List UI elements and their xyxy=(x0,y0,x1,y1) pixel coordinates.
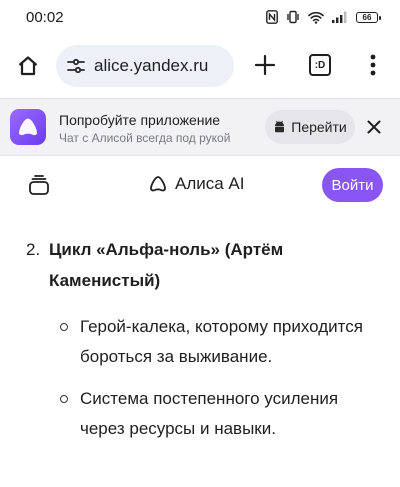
nfc-icon xyxy=(266,10,278,24)
login-button[interactable]: Войти xyxy=(322,168,383,202)
bullet-item: Герой-калека, которому приходится бороть… xyxy=(60,312,380,372)
banner-subtitle: Чат с Алисой всегда под рукой xyxy=(59,131,231,145)
alice-logo-icon xyxy=(150,176,166,192)
list-item-title: Цикл «Альфа-ноль» (Артём Каменистый) xyxy=(49,240,284,290)
status-time: 00:02 xyxy=(26,8,64,26)
vibrate-icon xyxy=(286,10,300,24)
site-settings-icon[interactable] xyxy=(64,54,88,78)
list-item-number: 2. xyxy=(26,240,41,259)
open-app-label: Перейти xyxy=(291,119,347,135)
close-icon xyxy=(367,120,381,134)
wifi-icon xyxy=(308,11,324,24)
home-button[interactable] xyxy=(12,50,44,82)
status-bar: 00:02 66 xyxy=(0,0,400,34)
open-app-button[interactable]: Перейти xyxy=(265,110,355,144)
more-vert-icon xyxy=(370,54,376,76)
android-icon xyxy=(275,120,285,133)
brand-name: Алиса AI xyxy=(175,174,245,193)
tabs-icon[interactable]: :D xyxy=(309,54,331,76)
status-icons: 66 xyxy=(266,10,381,24)
battery-icon: 66 xyxy=(356,11,381,23)
browser-toolbar: alice.yandex.ru :D xyxy=(0,38,400,94)
bullet-item: Система постепенного усиления через ресу… xyxy=(60,384,380,444)
signal-icon xyxy=(332,11,348,23)
brand: Алиса AI xyxy=(149,174,245,194)
site-header: Алиса AI Войти xyxy=(0,162,400,208)
app-promo-banner: Попробуйте приложение Чат с Алисой всегд… xyxy=(0,98,400,156)
banner-title: Попробуйте приложение xyxy=(59,112,221,128)
address-bar[interactable]: alice.yandex.ru xyxy=(56,45,234,87)
close-banner-button[interactable] xyxy=(362,115,386,139)
bullet-list: Герой-калека, которому приходится бороть… xyxy=(60,312,380,456)
new-tab-plus-icon xyxy=(254,54,276,76)
more-menu-button[interactable] xyxy=(361,50,385,80)
home-icon xyxy=(18,56,38,76)
history-icon xyxy=(29,175,49,195)
alice-app-icon xyxy=(10,109,46,145)
url-text: alice.yandex.ru xyxy=(94,56,209,75)
new-tab-button[interactable] xyxy=(250,50,280,80)
history-button[interactable] xyxy=(26,172,52,198)
